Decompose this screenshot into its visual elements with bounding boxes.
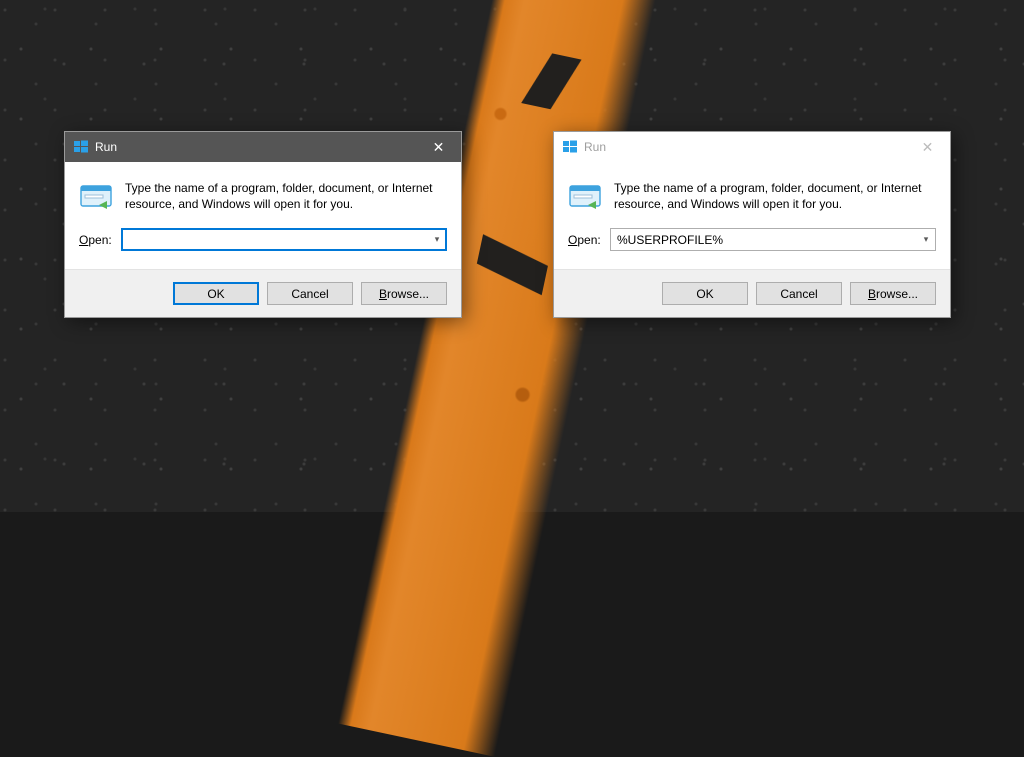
browse-button[interactable]: Browse... (850, 282, 936, 305)
windows-logo-icon (562, 139, 578, 155)
open-row: Open: ▾ (65, 224, 461, 269)
dialog-body: Type the name of a program, folder, docu… (554, 162, 950, 224)
close-button[interactable]: ✕ (416, 132, 461, 162)
titlebar[interactable]: Run ✕ (554, 132, 950, 162)
ok-button[interactable]: OK (662, 282, 748, 305)
dialog-description: Type the name of a program, folder, docu… (614, 180, 936, 214)
windows-logo-icon (73, 139, 89, 155)
close-icon: ✕ (433, 139, 445, 156)
open-combobox[interactable]: ▾ (121, 228, 447, 251)
open-label: Open: (79, 233, 121, 247)
run-dialog-inactive: Run ✕ Type the name of a program, folder… (553, 131, 951, 318)
chevron-down-icon[interactable]: ▾ (917, 234, 935, 245)
open-label: Open: (568, 233, 610, 247)
dialog-title: Run (95, 140, 117, 154)
chevron-down-icon[interactable]: ▾ (428, 234, 446, 245)
dialog-footer: OK Cancel Browse... (65, 269, 461, 317)
run-dialog-icon (568, 180, 602, 214)
dialog-title: Run (584, 140, 606, 154)
dialog-description: Type the name of a program, folder, docu… (125, 180, 447, 214)
open-row: Open: ▾ (554, 224, 950, 269)
titlebar[interactable]: Run ✕ (65, 132, 461, 162)
run-dialog-icon (79, 180, 113, 214)
dialog-footer: OK Cancel Browse... (554, 269, 950, 317)
close-button[interactable]: ✕ (905, 132, 950, 162)
ok-button[interactable]: OK (173, 282, 259, 305)
open-combobox[interactable]: ▾ (610, 228, 936, 251)
close-icon: ✕ (922, 139, 934, 156)
dialog-body: Type the name of a program, folder, docu… (65, 162, 461, 224)
open-input[interactable] (122, 233, 428, 247)
cancel-button[interactable]: Cancel (267, 282, 353, 305)
open-input[interactable] (611, 233, 917, 247)
cancel-button[interactable]: Cancel (756, 282, 842, 305)
browse-button[interactable]: Browse... (361, 282, 447, 305)
run-dialog-active: Run ✕ Type the name of a program, folder… (64, 131, 462, 318)
